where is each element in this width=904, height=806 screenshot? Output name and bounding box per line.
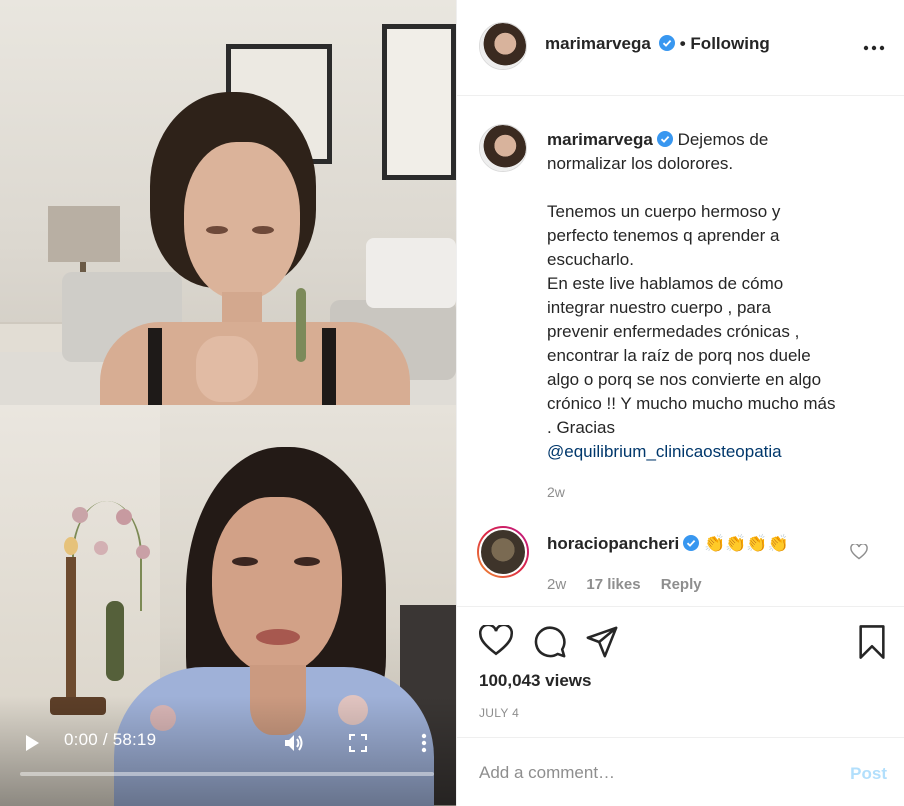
- video-time: 0:00 / 58:19: [64, 730, 156, 750]
- save-bookmark-icon[interactable]: [857, 625, 891, 659]
- caption-line: perfecto tenemos q aprender a: [547, 226, 780, 245]
- verified-badge-icon: [683, 535, 700, 551]
- eye: [206, 226, 228, 234]
- lamp-shade: [48, 206, 120, 262]
- caption-line: . Gracias: [547, 418, 616, 437]
- reply-button[interactable]: Reply: [661, 576, 702, 593]
- header-title: marimarvega • Following: [545, 34, 770, 54]
- video-player[interactable]: 0:00 / 58:19: [0, 0, 456, 806]
- comment-meta: 2w 17 likes Reply: [547, 576, 718, 593]
- post-actions: 100,043 views JULY 4 Post: [457, 606, 904, 806]
- comment-like-heart-icon[interactable]: [850, 543, 868, 560]
- caption-avatar[interactable]: [479, 124, 527, 172]
- eye: [252, 226, 274, 234]
- pillow: [366, 238, 456, 308]
- hands: [196, 336, 258, 402]
- like-heart-icon[interactable]: [478, 623, 514, 659]
- post-date: JULY 4: [479, 706, 520, 720]
- commenter-username[interactable]: horaciopancheri: [547, 534, 679, 553]
- candle-holder: [66, 557, 76, 697]
- caption: marimarvega Dejemos de normalizar los do…: [547, 128, 877, 504]
- flower: [136, 545, 150, 559]
- caption-line: normalizar los dolorores.: [547, 154, 734, 173]
- time-separator: /: [102, 730, 108, 749]
- volume-icon[interactable]: [282, 732, 306, 754]
- comment-text: 👏👏👏👏: [704, 534, 789, 553]
- flower: [72, 507, 88, 523]
- strap: [322, 328, 336, 405]
- video-frame-top: [0, 0, 456, 405]
- eye: [294, 557, 320, 566]
- caption-line: marimarvega Dejemos de: [547, 128, 877, 152]
- face: [212, 497, 342, 675]
- mouth: [256, 629, 300, 645]
- verified-badge-icon: [659, 35, 676, 51]
- post-comment-button[interactable]: Post: [850, 764, 887, 784]
- comment-bubble-icon[interactable]: [533, 625, 567, 659]
- current-time: 0:00: [64, 730, 98, 749]
- following-button[interactable]: • Following: [680, 34, 770, 53]
- caption-line: algo o porq se nos convierte en algo: [547, 370, 822, 389]
- more-horizontal-icon[interactable]: [863, 38, 887, 58]
- add-comment-input[interactable]: [479, 758, 819, 788]
- post-panel: marimarvega • Following marimarvega Deje…: [456, 0, 904, 806]
- caption-line: prevenir enfermedades crónicas ,: [547, 322, 800, 341]
- video-progress-bar[interactable]: [20, 772, 434, 776]
- author-username[interactable]: marimarvega: [545, 34, 651, 53]
- caption-line: [547, 176, 877, 200]
- earring: [296, 288, 306, 362]
- caption-text: Dejemos de: [677, 130, 769, 149]
- strap: [148, 328, 162, 405]
- fullscreen-icon[interactable]: [346, 732, 370, 754]
- comment: horaciopancheri 👏👏👏👏: [547, 534, 847, 554]
- caption-line: crónico !! Y mucho mucho mucho más: [547, 394, 836, 413]
- caption-line: integrar nuestro cuerpo , para: [547, 298, 771, 317]
- vase: [106, 601, 124, 681]
- caption-age[interactable]: 2w: [547, 480, 877, 504]
- eye: [232, 557, 258, 566]
- caption-line: encontrar la raíz de porq nos duele: [547, 346, 811, 365]
- caption-username[interactable]: marimarvega: [547, 130, 653, 149]
- post-header: marimarvega • Following: [457, 0, 904, 96]
- play-icon[interactable]: [20, 732, 44, 754]
- video-controls: 0:00 / 58:19: [0, 696, 456, 806]
- view-count: 100,043 views: [479, 671, 592, 690]
- commenter-avatar[interactable]: [477, 526, 529, 578]
- caption-line: Tenemos un cuerpo hermoso y: [547, 202, 781, 221]
- flower: [94, 541, 108, 555]
- face: [184, 142, 300, 300]
- bulb: [64, 537, 78, 555]
- share-direct-icon[interactable]: [585, 625, 619, 659]
- duration: 58:19: [112, 730, 157, 749]
- verified-badge-icon: [656, 131, 673, 147]
- wall-picture: [382, 24, 456, 180]
- more-vertical-icon[interactable]: [412, 732, 436, 754]
- flower: [116, 509, 132, 525]
- add-comment-bar: Post: [457, 737, 904, 806]
- author-avatar[interactable]: [479, 22, 527, 70]
- comment-likes[interactable]: 17 likes: [586, 576, 640, 593]
- caption-line: En este live hablamos de cómo: [547, 274, 784, 293]
- caption-line: escucharlo.: [547, 250, 634, 269]
- caption-mention-link[interactable]: @equilibrium_clinicaosteopatia: [547, 440, 877, 464]
- comment-age[interactable]: 2w: [547, 576, 566, 593]
